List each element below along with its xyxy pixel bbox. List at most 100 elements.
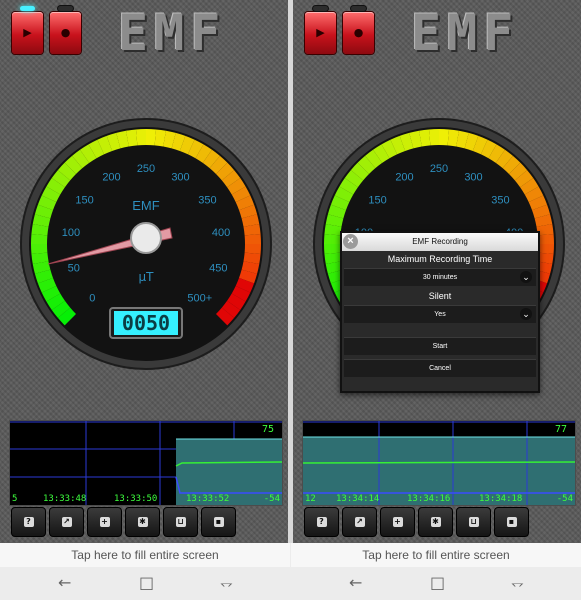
home-icon[interactable]: □ [430,573,445,592]
graph-min-label: -54 [263,494,280,504]
gauge-arc-segment [34,269,53,284]
record-toggle-button[interactable]: ● [50,6,81,54]
chevron-down-icon: ⌄ [520,271,532,283]
gauge-arc-segment [195,144,212,163]
settings-button[interactable]: ✱ [125,507,160,537]
gauge-arc-segment [37,195,57,211]
gauge-arc-segment [116,130,129,149]
gauge-arc-segment [344,170,364,188]
max-time-label: Maximum Recording Time [387,254,493,264]
add-button[interactable]: + [87,507,122,537]
settings-icon: ✱ [430,517,441,527]
gauge-arc-segment [324,224,342,236]
close-icon[interactable]: × [343,234,358,249]
gauge-tick-label: 50 [68,262,80,274]
back-icon[interactable]: ← [349,573,362,592]
gauge-arc-segment [88,139,105,159]
gauge-arc-segment [365,149,383,169]
gauge-arc-segment [57,162,77,181]
cart-icon: ⊔ [468,517,479,527]
home-icon[interactable]: □ [139,573,154,592]
record-toggle-button[interactable]: ● [343,6,374,54]
gauge-arc-segment [534,261,553,274]
gauge-tick-label: 100 [62,227,80,239]
bottom-toolbar: ? ↗ + ✱ ⊔ ▪ [11,507,239,537]
gauge-arc-segment [534,214,553,227]
graph-time-label: 13:33:52 [186,494,230,504]
gauge-arc-segment [41,285,61,302]
gauge-title: EMF [132,198,160,213]
back-icon[interactable]: ← [58,573,71,592]
gauge-arc-segment [32,261,51,274]
gauge-arc-segment [227,293,246,310]
gauge-arc-segment [495,149,513,169]
play-toggle-button[interactable]: ▶ [12,6,43,54]
chart-button[interactable]: ↗ [342,507,377,537]
gauge-arc-segment [373,144,390,163]
gauge-tick-label: 200 [102,171,120,183]
fill-screen-bar[interactable]: Tap here to fill entire screen [0,543,290,567]
gauge-arc-segment [419,129,431,147]
gauge-arc-segment [37,277,57,293]
gauge-arc-segment [46,293,65,310]
gauge-arc-segment [215,162,235,181]
save-button[interactable]: ▪ [494,507,529,537]
cart-button[interactable]: ⊔ [163,507,198,537]
gauge-arc-segment [536,224,554,236]
gauge-arc-segment [163,130,176,149]
right-app-screen: ▶ ● EMF 050100150200250300350400450500+ … [293,0,581,543]
gauge-tick-label: 350 [491,194,509,206]
gauge-tick-label: 450 [209,262,227,274]
system-nav-bar: ← □ ⥐ [291,567,581,600]
cart-button[interactable]: ⊔ [456,507,491,537]
max-time-value: 30 minutes [422,274,458,281]
gauge-tick-label: 150 [75,194,93,206]
gauge-arc-segment [231,285,251,302]
play-icon: ▶ [316,26,325,39]
save-button[interactable]: ▪ [201,507,236,537]
gauge-arc-segment [532,204,551,219]
gauge-arc-segment [34,204,53,219]
gauge-tick-label: 200 [395,171,413,183]
gauge-tick-label: 250 [430,163,448,175]
gauge-arc-segment [447,129,459,147]
silent-label: Silent [428,291,452,301]
chart-button[interactable]: ↗ [49,507,84,537]
gauge-arc-segment [51,170,71,188]
gauge-arc-segment [514,170,534,188]
gauge-arc-segment [187,139,204,159]
gauge-arc-segment [488,144,505,163]
system-nav-bar: ← □ ⥐ [0,567,290,600]
add-button[interactable]: + [380,507,415,537]
gauge-arc-segment [480,139,497,159]
add-icon: + [392,517,403,527]
settings-button[interactable]: ✱ [418,507,453,537]
recents-icon[interactable]: ⥐ [511,573,524,593]
gauge-arc-segment [57,307,77,326]
gauge-arc-segment [472,135,488,155]
recents-icon[interactable]: ⥐ [220,573,233,593]
play-icon: ▶ [23,26,32,39]
gauge-arc-segment [528,195,548,211]
record-icon: ● [60,26,71,39]
gauge-arc-segment [51,300,71,318]
play-toggle-button[interactable]: ▶ [305,6,336,54]
start-button[interactable]: Start [344,337,536,355]
max-time-select[interactable]: 30 minutes ⌄ [344,268,536,286]
gauge-arc-segment [31,252,49,264]
gauge-arc-segment [221,170,241,188]
gauge-arc-segment [502,155,521,175]
gauge-arc-segment [64,155,83,175]
gauge-arc-segment [231,186,251,203]
cancel-button[interactable]: Cancel [344,359,536,377]
gauge-arc-segment [325,214,344,227]
silent-value: Yes [434,311,446,318]
help-button[interactable]: ? [11,507,46,537]
silent-select[interactable]: Yes ⌄ [344,305,536,323]
help-button[interactable]: ? [304,507,339,537]
graph-min-label: -54 [556,494,573,504]
inactive-led-icon [58,6,73,11]
gauge-unit: μT [139,270,155,284]
gauge-arc-segment [239,269,258,284]
fill-screen-bar[interactable]: Tap here to fill entire screen [291,543,581,567]
